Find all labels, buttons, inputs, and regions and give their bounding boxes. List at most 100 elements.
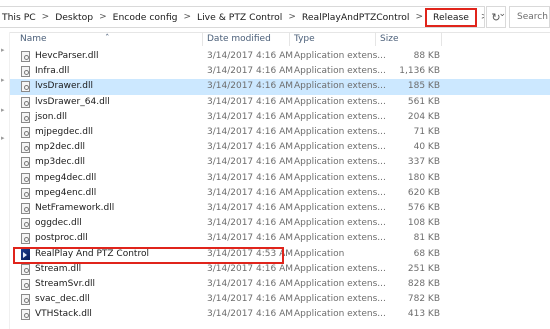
file-date-modified: 3/14/2017 4:16 AM: [207, 111, 294, 122]
search-input[interactable]: Search: [509, 6, 550, 28]
dll-file-icon: [21, 51, 30, 62]
column-size[interactable]: Size: [380, 34, 398, 44]
file-name: NetFramework.dll: [35, 203, 115, 213]
dll-file-icon: [21, 81, 30, 93]
column-divider[interactable]: [202, 32, 203, 46]
file-size: 204 KB: [407, 111, 440, 122]
breadcrumb-desktop[interactable]: Desktop: [53, 12, 95, 23]
file-row[interactable]: lvsDrawer.dll 3/14/2017 4:16 AM Applicatio…: [10, 79, 550, 95]
dll-file-icon: [21, 294, 30, 306]
breadcrumb-this-pc[interactable]: This PC: [0, 12, 38, 23]
file-row[interactable]: RealPlay And PTZ Control 3/14/2017 4:53 A…: [10, 247, 550, 262]
file-size: 88 KB: [413, 51, 440, 61]
expand-arrow-icon[interactable]: ▸: [1, 46, 5, 54]
refresh-icon: ↻: [491, 10, 501, 24]
chevron-right-icon[interactable]: >: [38, 12, 54, 22]
file-row[interactable]: svac_dec.dll 3/14/2017 4:16 AM Application…: [10, 292, 550, 307]
file-name: Stream.dll: [35, 263, 82, 274]
file-type: Application: [294, 248, 345, 259]
file-type: Application extens...: [294, 157, 386, 168]
breadcrumb-realplayandptzcontrol[interactable]: RealPlayAndPTZControl: [300, 12, 412, 23]
file-size: 782 KB: [407, 294, 440, 305]
navigation-pane[interactable]: ▸ ▸ ▸ ▸: [0, 32, 10, 329]
file-size: 180 KB: [407, 172, 440, 183]
file-size: 108 KB: [407, 218, 440, 229]
file-row[interactable]: VTHStack.dll 3/14/2017 4:16 AM Application…: [10, 307, 550, 322]
breadcrumb-live-ptz-control[interactable]: Live & PTZ Control: [195, 12, 284, 23]
file-date-modified: 3/14/2017 4:16 AM: [207, 309, 294, 320]
column-divider[interactable]: [441, 32, 442, 46]
file-name: postproc.dll: [35, 233, 88, 244]
file-type: Application extens...: [294, 203, 386, 213]
file-row[interactable]: postproc.dll 3/14/2017 4:16 AM Application…: [10, 231, 550, 246]
file-type: Application extens...: [294, 51, 386, 61]
file-row[interactable]: lvsDrawer_64.dll 3/14/2017 4:16 AM Applica…: [10, 95, 550, 110]
breadcrumb-release[interactable]: Release: [425, 7, 477, 27]
file-name: VTHStack.dll: [35, 309, 92, 320]
file-type: Application extens...: [294, 309, 386, 320]
address-bar: This PC > Desktop > Encode config > Live…: [0, 0, 550, 33]
expand-arrow-icon[interactable]: ▸: [1, 76, 5, 84]
file-size: 68 KB: [413, 248, 440, 259]
file-name: oggdec.dll: [35, 218, 82, 229]
file-type: Application extens...: [294, 294, 386, 305]
file-row[interactable]: Infra.dll 3/14/2017 4:16 AM Application ex…: [10, 64, 550, 79]
file-date-modified: 3/14/2017 4:16 AM: [207, 203, 294, 213]
file-row[interactable]: StreamSvr.dll 3/14/2017 4:16 AM Applicatio…: [10, 277, 550, 292]
breadcrumb-encode-config[interactable]: Encode config: [111, 12, 180, 23]
chevron-right-icon[interactable]: >: [477, 12, 484, 22]
dll-file-icon: [21, 157, 30, 169]
file-name: mpeg4dec.dll: [35, 172, 97, 183]
file-type: Application extens...: [294, 81, 386, 92]
file-date-modified: 3/14/2017 4:16 AM: [207, 233, 294, 244]
column-type[interactable]: Type: [294, 34, 315, 44]
file-type: Application extens...: [294, 172, 386, 183]
chevron-right-icon[interactable]: >: [179, 12, 195, 22]
column-divider[interactable]: [375, 32, 376, 46]
file-row[interactable]: mpeg4enc.dll 3/14/2017 4:16 AM Application…: [10, 186, 550, 201]
file-row[interactable]: HevcParser.dll 3/14/2017 4:16 AM Applicati…: [10, 49, 550, 64]
chevron-right-icon[interactable]: >: [284, 12, 300, 22]
file-name: HevcParser.dll: [35, 51, 99, 61]
refresh-button[interactable]: ↻: [486, 6, 506, 28]
file-type: Application extens...: [294, 233, 386, 244]
file-size: 40 KB: [413, 142, 440, 153]
column-name[interactable]: Name: [20, 34, 47, 44]
column-date-modified[interactable]: Date modified: [207, 34, 271, 44]
file-row[interactable]: mjpegdec.dll 3/14/2017 4:16 AM Application…: [10, 125, 550, 140]
file-name: mp2dec.dll: [35, 142, 85, 153]
file-row[interactable]: json.dll 3/14/2017 4:16 AM Application ext…: [10, 110, 550, 125]
file-row[interactable]: mp3dec.dll 3/14/2017 4:16 AM Application e…: [10, 155, 550, 170]
file-type: Application extens...: [294, 127, 386, 137]
file-name: svac_dec.dll: [35, 294, 90, 305]
file-date-modified: 3/14/2017 4:16 AM: [207, 279, 294, 289]
file-date-modified: 3/14/2017 4:16 AM: [207, 81, 294, 92]
file-size: 185 KB: [407, 81, 440, 92]
file-row[interactable]: NetFramework.dll 3/14/2017 4:16 AM Applica…: [10, 201, 550, 216]
column-divider[interactable]: [289, 32, 290, 46]
dll-file-icon: [21, 218, 30, 230]
dll-file-icon: [21, 96, 30, 108]
file-row[interactable]: Stream.dll 3/14/2017 4:16 AM Application e…: [10, 262, 550, 277]
file-row[interactable]: mp2dec.dll 3/14/2017 4:16 AM Application e…: [10, 140, 550, 155]
file-size: 337 KB: [407, 157, 440, 168]
expand-arrow-icon[interactable]: ▸: [1, 106, 5, 114]
dll-file-icon: [21, 309, 30, 321]
column-header: ˆ Name Date modified Type Size: [10, 32, 550, 47]
file-date-modified: 3/14/2017 4:53 AM: [207, 248, 294, 259]
dll-file-icon: [21, 263, 30, 275]
file-row[interactable]: mpeg4dec.dll 3/14/2017 4:16 AM Application…: [10, 171, 550, 186]
breadcrumb[interactable]: This PC > Desktop > Encode config > Live…: [0, 6, 485, 28]
file-name: mp3dec.dll: [35, 157, 85, 168]
file-size: 620 KB: [407, 187, 440, 198]
expand-arrow-icon[interactable]: ▸: [1, 134, 5, 142]
file-size: 561 KB: [407, 96, 440, 107]
file-type: Application extens...: [294, 218, 386, 229]
file-row[interactable]: oggdec.dll 3/14/2017 4:16 AM Application e…: [10, 216, 550, 231]
file-date-modified: 3/14/2017 4:16 AM: [207, 66, 294, 77]
file-name: mpeg4enc.dll: [35, 187, 97, 198]
file-type: Application extens...: [294, 279, 386, 289]
file-date-modified: 3/14/2017 4:16 AM: [207, 187, 294, 198]
chevron-right-icon[interactable]: >: [95, 12, 111, 22]
dll-file-icon: [21, 187, 30, 199]
